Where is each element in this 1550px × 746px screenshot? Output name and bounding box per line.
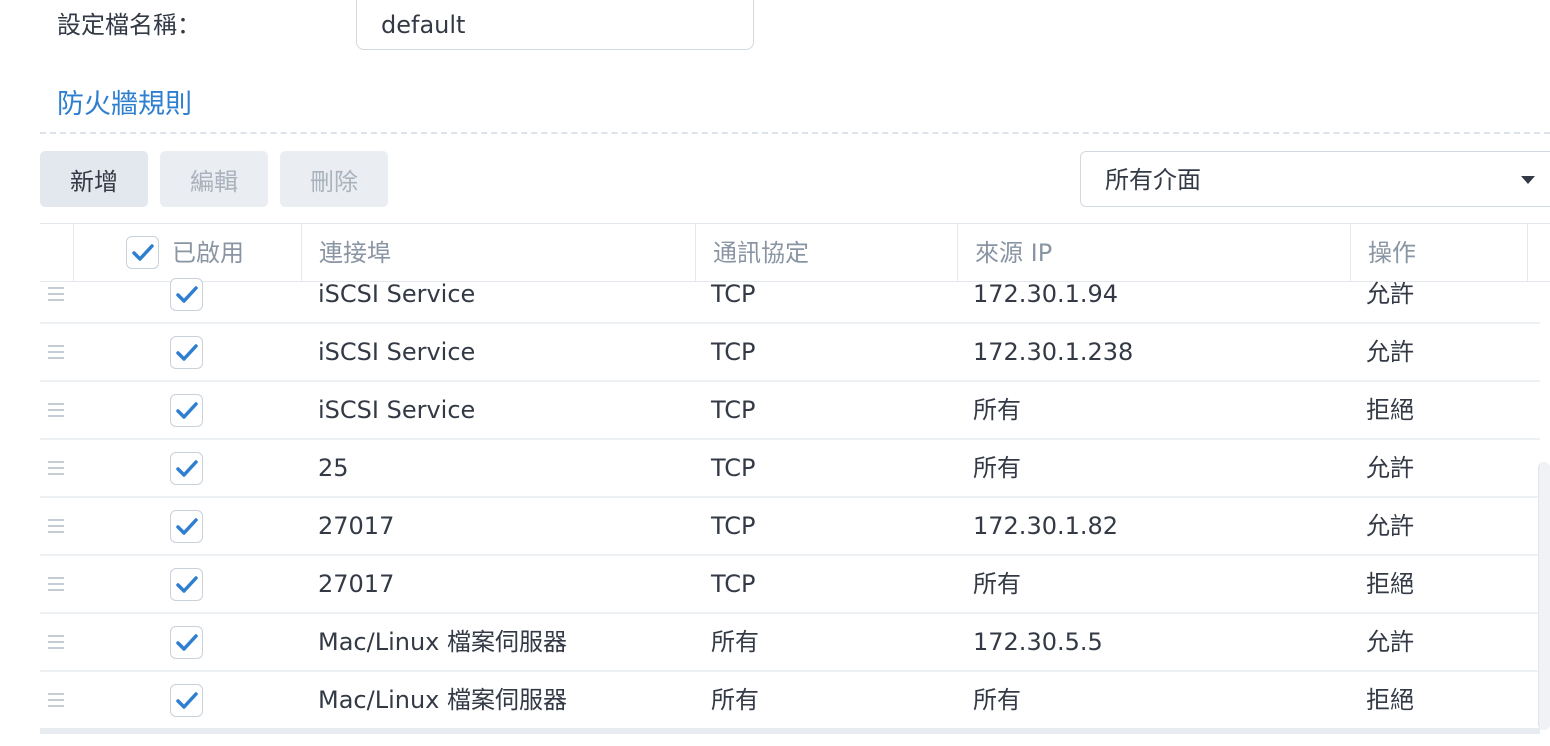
- check-icon: [176, 518, 198, 535]
- row-action: 拒絕: [1366, 570, 1414, 598]
- drag-handle-icon[interactable]: [48, 693, 64, 711]
- row-enabled-checkbox[interactable]: [170, 568, 203, 601]
- row-port: iSCSI Service: [318, 338, 476, 366]
- row-protocol: TCP: [711, 396, 756, 424]
- header-enabled-checkbox[interactable]: [126, 236, 159, 269]
- row-port: Mac/Linux 檔案伺服器: [318, 628, 567, 656]
- row-source-ip: 172.30.1.94: [973, 280, 1119, 308]
- interface-select[interactable]: 所有介面: [1080, 151, 1550, 207]
- table-row[interactable]: iSCSI Service TCP 所有 拒絕: [40, 382, 1540, 440]
- check-icon: [176, 460, 198, 477]
- table-row[interactable]: iSCSI Service TCP 172.30.1.94 允許: [40, 266, 1540, 324]
- drag-handle-icon[interactable]: [48, 519, 64, 537]
- row-port: iSCSI Service: [318, 280, 476, 308]
- check-icon: [176, 286, 198, 303]
- drag-handle-icon[interactable]: [48, 635, 64, 653]
- chevron-down-icon: [1521, 176, 1535, 184]
- row-enabled-checkbox[interactable]: [170, 684, 203, 717]
- row-source-ip: 所有: [973, 570, 1021, 598]
- table-row[interactable]: iSCSI Service TCP 172.30.1.238 允許: [40, 324, 1540, 382]
- check-icon: [176, 344, 198, 361]
- check-icon: [132, 244, 154, 261]
- section-title: 防火牆規則: [57, 89, 192, 120]
- row-enabled-checkbox[interactable]: [170, 626, 203, 659]
- row-source-ip: 所有: [973, 686, 1021, 714]
- table-bottom-edge: [40, 728, 1540, 734]
- row-enabled-checkbox[interactable]: [170, 278, 203, 311]
- row-protocol: TCP: [711, 570, 756, 598]
- row-protocol: 所有: [711, 686, 759, 714]
- add-button[interactable]: 新增: [40, 151, 148, 207]
- edit-button[interactable]: 編輯: [160, 151, 268, 207]
- row-port: Mac/Linux 檔案伺服器: [318, 686, 567, 714]
- row-enabled-checkbox[interactable]: [170, 452, 203, 485]
- table-scrollbar[interactable]: [1538, 462, 1550, 730]
- row-port: iSCSI Service: [318, 396, 476, 424]
- row-protocol: TCP: [711, 512, 756, 540]
- row-action: 允許: [1366, 512, 1414, 540]
- check-icon: [176, 634, 198, 651]
- table-row[interactable]: 27017 TCP 所有 拒絕: [40, 556, 1540, 614]
- row-source-ip: 172.30.1.82: [973, 512, 1119, 540]
- row-enabled-checkbox[interactable]: [170, 394, 203, 427]
- profile-name-label: 設定檔名稱：: [57, 11, 201, 39]
- drag-handle-icon[interactable]: [48, 345, 64, 363]
- row-action: 拒絕: [1366, 396, 1414, 424]
- firewall-rules-table: 已啟用 連接埠 通訊協定 來源 IP 操作 iSCSI Service TCP 17…: [40, 223, 1550, 746]
- row-port: 27017: [318, 570, 395, 598]
- row-protocol: TCP: [711, 338, 756, 366]
- row-protocol: TCP: [711, 454, 756, 482]
- row-protocol: TCP: [711, 280, 756, 308]
- interface-select-value: 所有介面: [1105, 166, 1201, 194]
- delete-button[interactable]: 刪除: [280, 151, 388, 207]
- row-protocol: 所有: [711, 628, 759, 656]
- drag-handle-icon[interactable]: [48, 577, 64, 595]
- table-row[interactable]: Mac/Linux 檔案伺服器 所有 172.30.5.5 允許: [40, 614, 1540, 672]
- row-action: 拒絕: [1366, 686, 1414, 714]
- row-source-ip: 172.30.5.5: [973, 628, 1103, 656]
- section-divider: [40, 132, 1550, 134]
- row-port: 25: [318, 454, 349, 482]
- row-port: 27017: [318, 512, 395, 540]
- row-source-ip: 所有: [973, 454, 1021, 482]
- check-icon: [176, 402, 198, 419]
- row-enabled-checkbox[interactable]: [170, 336, 203, 369]
- row-action: 允許: [1366, 628, 1414, 656]
- row-enabled-checkbox[interactable]: [170, 510, 203, 543]
- row-action: 允許: [1366, 338, 1414, 366]
- table-row[interactable]: 27017 TCP 172.30.1.82 允許: [40, 498, 1540, 556]
- row-source-ip: 所有: [973, 396, 1021, 424]
- check-icon: [176, 576, 198, 593]
- drag-handle-icon[interactable]: [48, 287, 64, 305]
- row-action: 允許: [1366, 280, 1414, 308]
- check-icon: [176, 692, 198, 709]
- table-row[interactable]: 25 TCP 所有 允許: [40, 440, 1540, 498]
- profile-name-input[interactable]: [356, 0, 754, 50]
- drag-handle-icon[interactable]: [48, 403, 64, 421]
- row-source-ip: 172.30.1.238: [973, 338, 1134, 366]
- table-row[interactable]: Mac/Linux 檔案伺服器 所有 所有 拒絕: [40, 672, 1540, 730]
- drag-handle-icon[interactable]: [48, 461, 64, 479]
- row-action: 允許: [1366, 454, 1414, 482]
